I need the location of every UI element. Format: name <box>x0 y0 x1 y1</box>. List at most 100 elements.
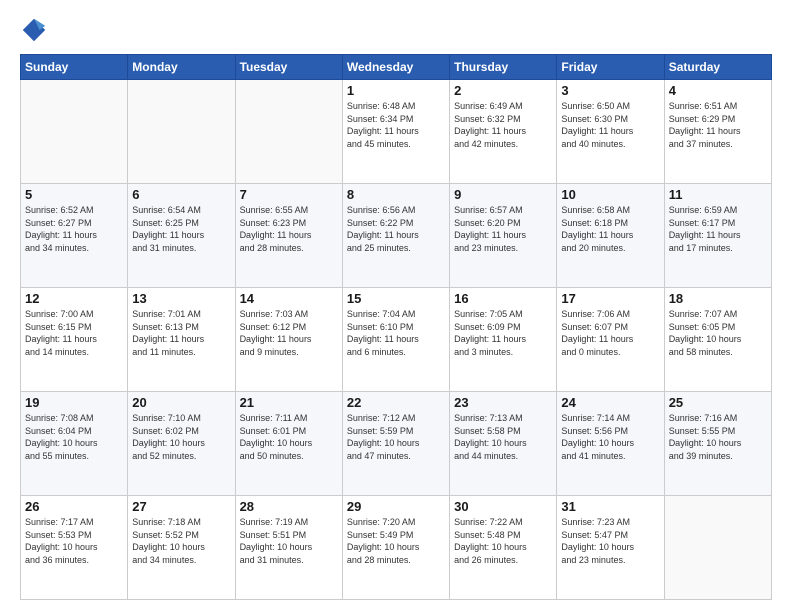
calendar-cell: 18 Sunrise: 7:07 AM Sunset: 6:05 PM Dayli… <box>664 288 771 392</box>
day-info: Sunrise: 7:04 AM Sunset: 6:10 PM Dayligh… <box>347 308 445 358</box>
day-number: 10 <box>561 187 659 202</box>
calendar-cell: 9 Sunrise: 6:57 AM Sunset: 6:20 PM Daylig… <box>450 184 557 288</box>
day-number: 20 <box>132 395 230 410</box>
day-number: 29 <box>347 499 445 514</box>
day-info: Sunrise: 7:22 AM Sunset: 5:48 PM Dayligh… <box>454 516 552 566</box>
calendar-cell: 4 Sunrise: 6:51 AM Sunset: 6:29 PM Daylig… <box>664 80 771 184</box>
calendar-cell: 27 Sunrise: 7:18 AM Sunset: 5:52 PM Dayli… <box>128 496 235 600</box>
day-number: 4 <box>669 83 767 98</box>
calendar-cell: 16 Sunrise: 7:05 AM Sunset: 6:09 PM Dayli… <box>450 288 557 392</box>
day-info: Sunrise: 7:13 AM Sunset: 5:58 PM Dayligh… <box>454 412 552 462</box>
calendar-header-row: SundayMondayTuesdayWednesdayThursdayFrid… <box>21 55 772 80</box>
day-info: Sunrise: 7:12 AM Sunset: 5:59 PM Dayligh… <box>347 412 445 462</box>
calendar-cell: 10Sunrise: 6:58 AM Sunset: 6:18 PM Dayli… <box>557 184 664 288</box>
calendar-cell: 31Sunrise: 7:23 AM Sunset: 5:47 PM Dayli… <box>557 496 664 600</box>
calendar-cell: 19Sunrise: 7:08 AM Sunset: 6:04 PM Dayli… <box>21 392 128 496</box>
day-number: 7 <box>240 187 338 202</box>
calendar-cell: 12Sunrise: 7:00 AM Sunset: 6:15 PM Dayli… <box>21 288 128 392</box>
day-number: 9 <box>454 187 552 202</box>
day-info: Sunrise: 7:14 AM Sunset: 5:56 PM Dayligh… <box>561 412 659 462</box>
calendar-cell <box>128 80 235 184</box>
day-number: 2 <box>454 83 552 98</box>
calendar-cell: 23 Sunrise: 7:13 AM Sunset: 5:58 PM Dayli… <box>450 392 557 496</box>
day-info: Sunrise: 6:59 AM Sunset: 6:17 PM Dayligh… <box>669 204 767 254</box>
day-info: Sunrise: 6:48 AM Sunset: 6:34 PM Dayligh… <box>347 100 445 150</box>
day-number: 12 <box>25 291 123 306</box>
calendar-cell: 13 Sunrise: 7:01 AM Sunset: 6:13 PM Dayli… <box>128 288 235 392</box>
day-info: Sunrise: 7:19 AM Sunset: 5:51 PM Dayligh… <box>240 516 338 566</box>
calendar-cell <box>235 80 342 184</box>
calendar-day-header: Sunday <box>21 55 128 80</box>
calendar-week-row: 12Sunrise: 7:00 AM Sunset: 6:15 PM Dayli… <box>21 288 772 392</box>
calendar-week-row: 19Sunrise: 7:08 AM Sunset: 6:04 PM Dayli… <box>21 392 772 496</box>
day-info: Sunrise: 6:49 AM Sunset: 6:32 PM Dayligh… <box>454 100 552 150</box>
calendar-day-header: Friday <box>557 55 664 80</box>
calendar-cell: 25 Sunrise: 7:16 AM Sunset: 5:55 PM Dayli… <box>664 392 771 496</box>
header <box>20 16 772 44</box>
calendar-cell: 24 Sunrise: 7:14 AM Sunset: 5:56 PM Dayli… <box>557 392 664 496</box>
day-info: Sunrise: 6:56 AM Sunset: 6:22 PM Dayligh… <box>347 204 445 254</box>
logo-icon <box>20 16 48 44</box>
day-info: Sunrise: 7:03 AM Sunset: 6:12 PM Dayligh… <box>240 308 338 358</box>
day-info: Sunrise: 7:11 AM Sunset: 6:01 PM Dayligh… <box>240 412 338 462</box>
day-number: 25 <box>669 395 767 410</box>
day-info: Sunrise: 6:52 AM Sunset: 6:27 PM Dayligh… <box>25 204 123 254</box>
calendar-cell: 7 Sunrise: 6:55 AM Sunset: 6:23 PM Daylig… <box>235 184 342 288</box>
day-info: Sunrise: 7:05 AM Sunset: 6:09 PM Dayligh… <box>454 308 552 358</box>
day-info: Sunrise: 7:17 AM Sunset: 5:53 PM Dayligh… <box>25 516 123 566</box>
day-info: Sunrise: 7:08 AM Sunset: 6:04 PM Dayligh… <box>25 412 123 462</box>
calendar-cell: 1 Sunrise: 6:48 AM Sunset: 6:34 PM Daylig… <box>342 80 449 184</box>
day-info: Sunrise: 6:51 AM Sunset: 6:29 PM Dayligh… <box>669 100 767 150</box>
day-number: 11 <box>669 187 767 202</box>
day-number: 17 <box>561 291 659 306</box>
calendar-day-header: Thursday <box>450 55 557 80</box>
calendar-week-row: 26 Sunrise: 7:17 AM Sunset: 5:53 PM Dayli… <box>21 496 772 600</box>
day-number: 18 <box>669 291 767 306</box>
calendar-cell: 26 Sunrise: 7:17 AM Sunset: 5:53 PM Dayli… <box>21 496 128 600</box>
calendar-table: SundayMondayTuesdayWednesdayThursdayFrid… <box>20 54 772 600</box>
day-number: 30 <box>454 499 552 514</box>
day-number: 8 <box>347 187 445 202</box>
day-number: 3 <box>561 83 659 98</box>
day-info: Sunrise: 7:01 AM Sunset: 6:13 PM Dayligh… <box>132 308 230 358</box>
calendar-cell: 6 Sunrise: 6:54 AM Sunset: 6:25 PM Daylig… <box>128 184 235 288</box>
day-number: 1 <box>347 83 445 98</box>
day-info: Sunrise: 7:07 AM Sunset: 6:05 PM Dayligh… <box>669 308 767 358</box>
day-number: 5 <box>25 187 123 202</box>
day-number: 13 <box>132 291 230 306</box>
calendar-cell: 22Sunrise: 7:12 AM Sunset: 5:59 PM Dayli… <box>342 392 449 496</box>
calendar-cell: 15Sunrise: 7:04 AM Sunset: 6:10 PM Dayli… <box>342 288 449 392</box>
day-info: Sunrise: 6:55 AM Sunset: 6:23 PM Dayligh… <box>240 204 338 254</box>
calendar-cell: 2 Sunrise: 6:49 AM Sunset: 6:32 PM Daylig… <box>450 80 557 184</box>
day-number: 14 <box>240 291 338 306</box>
calendar-cell: 29Sunrise: 7:20 AM Sunset: 5:49 PM Dayli… <box>342 496 449 600</box>
calendar-cell: 14 Sunrise: 7:03 AM Sunset: 6:12 PM Dayli… <box>235 288 342 392</box>
calendar-day-header: Tuesday <box>235 55 342 80</box>
calendar-day-header: Wednesday <box>342 55 449 80</box>
day-number: 6 <box>132 187 230 202</box>
logo <box>20 16 52 44</box>
day-number: 28 <box>240 499 338 514</box>
day-number: 31 <box>561 499 659 514</box>
day-number: 26 <box>25 499 123 514</box>
page: SundayMondayTuesdayWednesdayThursdayFrid… <box>0 0 792 612</box>
day-info: Sunrise: 7:06 AM Sunset: 6:07 PM Dayligh… <box>561 308 659 358</box>
day-number: 16 <box>454 291 552 306</box>
calendar-cell: 3 Sunrise: 6:50 AM Sunset: 6:30 PM Daylig… <box>557 80 664 184</box>
day-info: Sunrise: 6:50 AM Sunset: 6:30 PM Dayligh… <box>561 100 659 150</box>
calendar-cell: 17 Sunrise: 7:06 AM Sunset: 6:07 PM Dayli… <box>557 288 664 392</box>
calendar-cell: 20 Sunrise: 7:10 AM Sunset: 6:02 PM Dayli… <box>128 392 235 496</box>
day-info: Sunrise: 7:16 AM Sunset: 5:55 PM Dayligh… <box>669 412 767 462</box>
day-info: Sunrise: 7:10 AM Sunset: 6:02 PM Dayligh… <box>132 412 230 462</box>
day-info: Sunrise: 6:57 AM Sunset: 6:20 PM Dayligh… <box>454 204 552 254</box>
day-number: 24 <box>561 395 659 410</box>
day-number: 27 <box>132 499 230 514</box>
calendar-day-header: Saturday <box>664 55 771 80</box>
calendar-cell: 28 Sunrise: 7:19 AM Sunset: 5:51 PM Dayli… <box>235 496 342 600</box>
day-number: 23 <box>454 395 552 410</box>
day-info: Sunrise: 7:18 AM Sunset: 5:52 PM Dayligh… <box>132 516 230 566</box>
calendar-cell: 5 Sunrise: 6:52 AM Sunset: 6:27 PM Daylig… <box>21 184 128 288</box>
calendar-week-row: 1 Sunrise: 6:48 AM Sunset: 6:34 PM Daylig… <box>21 80 772 184</box>
day-info: Sunrise: 6:54 AM Sunset: 6:25 PM Dayligh… <box>132 204 230 254</box>
day-number: 21 <box>240 395 338 410</box>
